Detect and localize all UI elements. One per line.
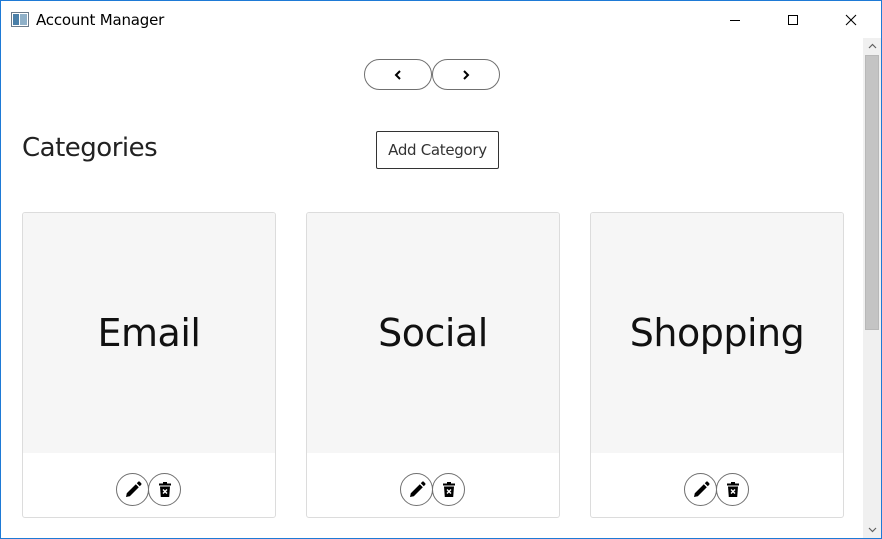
add-category-button[interactable]: Add Category bbox=[376, 131, 499, 169]
delete-category-button[interactable] bbox=[716, 473, 749, 506]
category-card-actions bbox=[591, 473, 843, 506]
page-title: Categories bbox=[22, 133, 158, 163]
category-card-shopping[interactable]: Shopping bbox=[590, 212, 844, 518]
previous-page-button[interactable] bbox=[364, 59, 432, 90]
scroll-up-button[interactable] bbox=[863, 38, 881, 54]
pencil-icon bbox=[693, 480, 710, 497]
edit-category-button[interactable] bbox=[116, 473, 149, 506]
chevron-down-icon bbox=[868, 527, 876, 533]
pencil-icon bbox=[125, 480, 142, 497]
category-card-actions bbox=[23, 473, 275, 506]
minimize-icon bbox=[730, 19, 740, 21]
trash-icon bbox=[442, 481, 455, 497]
category-card-body[interactable]: Email bbox=[23, 213, 275, 453]
category-name: Social bbox=[378, 311, 488, 355]
edit-category-button[interactable] bbox=[400, 473, 433, 506]
trash-icon bbox=[158, 481, 171, 497]
category-card-social[interactable]: Social bbox=[306, 212, 560, 518]
chevron-left-icon bbox=[394, 69, 401, 80]
app-window: Account Manager Categories Add Category … bbox=[0, 0, 882, 539]
scrollbar-thumb[interactable] bbox=[865, 55, 879, 330]
chevron-right-icon bbox=[463, 69, 470, 80]
chevron-up-icon bbox=[868, 43, 876, 49]
delete-category-button[interactable] bbox=[432, 473, 465, 506]
category-card-body[interactable]: Shopping bbox=[591, 213, 843, 453]
close-icon bbox=[845, 14, 857, 25]
scroll-down-button[interactable] bbox=[863, 522, 881, 538]
category-card-body[interactable]: Social bbox=[307, 213, 559, 453]
next-page-button[interactable] bbox=[432, 59, 500, 90]
delete-category-button[interactable] bbox=[148, 473, 181, 506]
trash-icon bbox=[726, 481, 739, 497]
maximize-icon bbox=[788, 14, 798, 25]
category-name: Email bbox=[97, 311, 201, 355]
close-button[interactable] bbox=[828, 1, 874, 38]
category-name: Shopping bbox=[629, 311, 805, 355]
pencil-icon bbox=[409, 480, 426, 497]
main-content: Categories Add Category Email Social Sho… bbox=[1, 38, 863, 538]
title-bar: Account Manager bbox=[1, 1, 881, 38]
category-card-actions bbox=[307, 473, 559, 506]
maximize-button[interactable] bbox=[770, 1, 816, 38]
edit-category-button[interactable] bbox=[684, 473, 717, 506]
category-card-email[interactable]: Email bbox=[22, 212, 276, 518]
vertical-scrollbar[interactable] bbox=[863, 38, 881, 538]
window-title: Account Manager bbox=[36, 11, 165, 29]
minimize-button[interactable] bbox=[712, 1, 758, 38]
app-icon bbox=[11, 12, 29, 27]
